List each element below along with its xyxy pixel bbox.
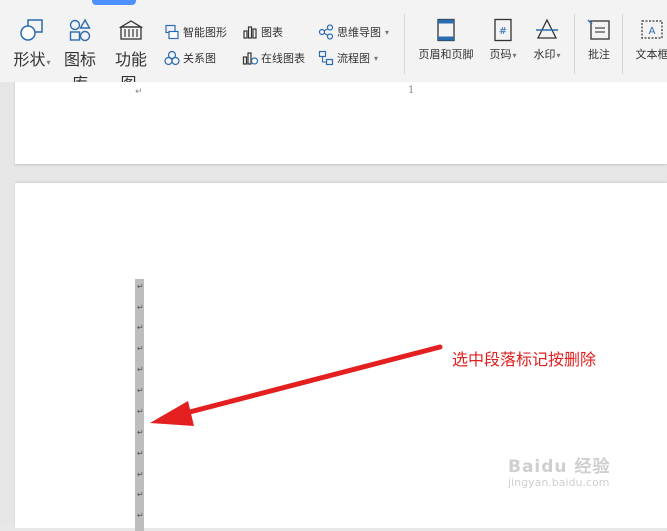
red-arrow-annotation [150, 344, 443, 426]
annotation-text: 选中段落标记按删除 [452, 350, 597, 369]
arrow-shaft [179, 344, 443, 417]
arrow-head [150, 401, 194, 426]
watermark-url: jingyan.baidu.com [508, 475, 610, 489]
watermark-brand: Baidu 经验 [508, 457, 611, 477]
baidu-jingyan-watermark: Baidu 经验 jingyan.baidu.com [508, 458, 610, 489]
